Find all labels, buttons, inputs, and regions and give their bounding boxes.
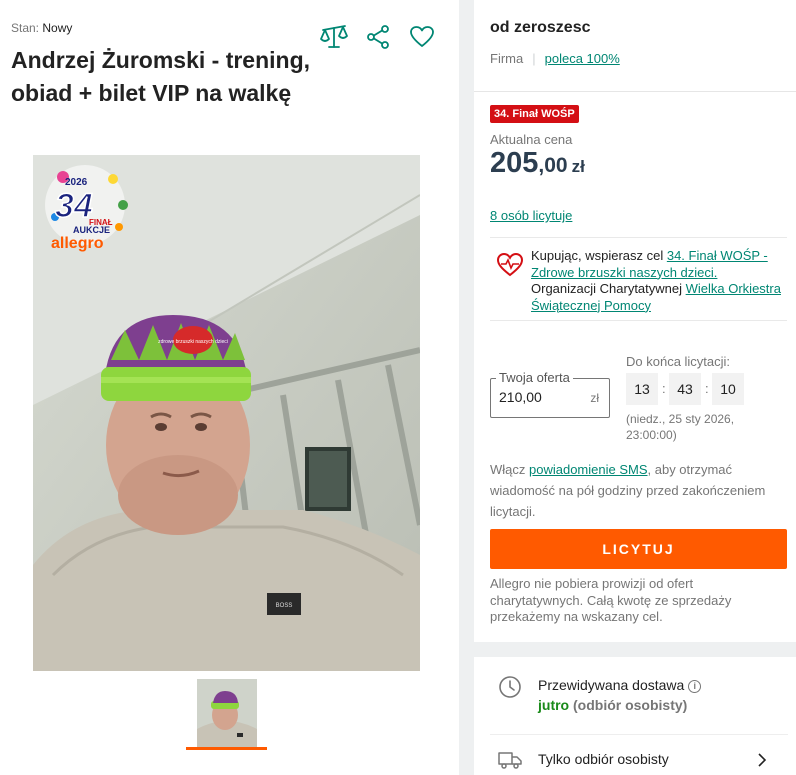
sms-prefix: Włącz: [490, 462, 529, 477]
divider: [490, 734, 788, 735]
pickup-only-label[interactable]: Tylko odbiór osobisty: [538, 751, 669, 767]
separator: |: [532, 51, 536, 66]
seller-type: Firma: [490, 51, 524, 66]
info-icon[interactable]: i: [688, 680, 702, 693]
product-photo[interactable]: BOSS zdrowe brzuszki naszych dzieci 2026: [33, 155, 420, 671]
charity-text: Kupując, wspierasz cel 34. Finał WOŚP - …: [531, 248, 783, 314]
svg-text:BOSS: BOSS: [276, 603, 293, 609]
sms-notice: Włącz powiadomienie SMS, aby otrzymać wi…: [490, 459, 786, 522]
price-currency: zł: [571, 157, 585, 176]
countdown-separator: :: [705, 381, 709, 396]
sms-notification-link[interactable]: powiadomienie SMS: [529, 462, 648, 477]
countdown-hours: 13: [626, 373, 658, 405]
offer-input[interactable]: [499, 389, 579, 405]
bid-button[interactable]: LICYTUJ: [490, 529, 787, 569]
price-integer: 205: [490, 147, 539, 179]
svg-text:34: 34: [55, 187, 93, 225]
delivery-note: (odbiór osobisty): [569, 697, 688, 713]
share-icon[interactable]: [362, 21, 394, 53]
offer-currency: zł: [590, 391, 599, 405]
current-price-label: Aktualna cena: [490, 132, 573, 147]
wosp-badge: 34. Finał WOŚP: [490, 105, 579, 123]
clock-icon: [498, 675, 522, 704]
charity-intro: Kupując, wspierasz cel: [531, 248, 667, 263]
thumbnail-selected-indicator: [186, 747, 267, 750]
product-panel: Stan: Nowy Andrzej Żuromski - trening, o…: [0, 0, 459, 775]
countdown-minutes: 43: [669, 373, 701, 405]
chevron-right-icon[interactable]: [756, 753, 768, 772]
auction-panel: 34. Finał WOŚP Aktualna cena 205,00 zł 8 …: [474, 91, 796, 642]
delivery-panel: Przewidywana dostawa i jutro (odbiór osob…: [474, 657, 796, 775]
charity-org-text: Organizacji Charytatywnej: [531, 281, 686, 296]
price-decimal: ,00: [538, 154, 568, 177]
no-fee-note: Allegro nie pobiera prowizji od ofert ch…: [490, 576, 732, 624]
offer-label: Twoja oferta: [496, 370, 573, 385]
delivery-time: jutro (odbiór osobisty): [538, 697, 687, 713]
condition-value: Nowy: [42, 21, 73, 35]
condition-label: Stan:: [11, 21, 40, 35]
photo-thumbnail[interactable]: [197, 679, 257, 747]
condition: Stan: Nowy: [11, 21, 72, 35]
truck-icon: [498, 750, 522, 775]
bidders-link[interactable]: 8 osób licytuje: [490, 208, 572, 223]
seller-panel: od zeroszesc Firma | poleca 100%: [474, 0, 796, 91]
product-title: Andrzej Żuromski - trening, obiad + bile…: [11, 47, 311, 106]
seller-name[interactable]: od zeroszesc: [490, 19, 590, 37]
delivery-when: jutro: [538, 697, 570, 713]
svg-text:allegro: allegro: [51, 235, 104, 252]
estimated-delivery: Przewidywana dostawa i: [538, 677, 702, 693]
auction-end-date: (niedz., 25 sty 2026, 23:00:00): [626, 412, 735, 442]
estimated-delivery-label: Przewidywana dostawa: [538, 677, 685, 693]
heart-icon[interactable]: [406, 21, 438, 53]
seller-rating-link[interactable]: poleca 100%: [545, 51, 620, 66]
svg-text:AUKCJE: AUKCJE: [73, 225, 110, 235]
charity-heart-icon: [496, 252, 524, 283]
countdown-seconds: 10: [712, 373, 744, 405]
current-price: 205,00 zł: [490, 147, 585, 180]
svg-text:zdrowe brzuszki naszych dzieci: zdrowe brzuszki naszych dzieci: [158, 339, 228, 345]
countdown-separator: :: [662, 381, 666, 396]
charity-info: Kupując, wspierasz cel 34. Finał WOŚP - …: [490, 237, 787, 321]
compare-icon[interactable]: [318, 21, 350, 53]
countdown-label: Do końca licytacji:: [626, 354, 731, 369]
seller-info: Firma | poleca 100%: [490, 51, 620, 66]
